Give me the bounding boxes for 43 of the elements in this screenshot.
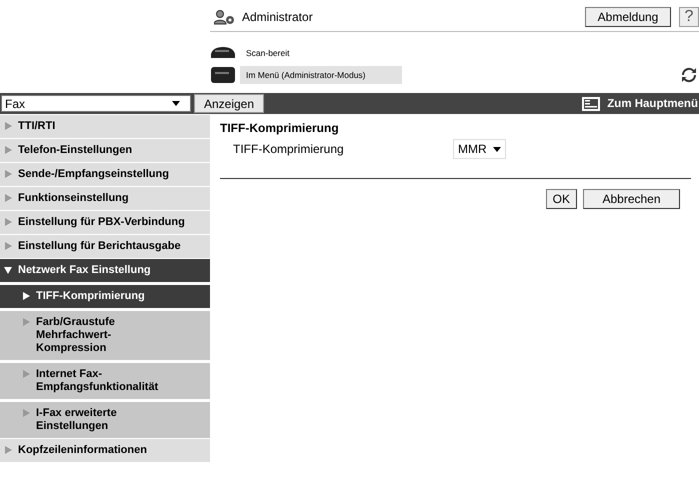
triangle-right-icon <box>4 170 12 178</box>
triangle-down-icon <box>4 266 12 274</box>
printer-icon <box>210 66 236 84</box>
sidebar-item[interactable]: Sende-/Empfangseinstellung <box>0 163 210 186</box>
cancel-button[interactable]: Abbrechen <box>583 189 680 209</box>
sidebar-item[interactable]: Netzwerk Fax Einstellung <box>0 259 210 282</box>
status-text: Im Menü (Administrator-Modus) <box>240 66 402 84</box>
sidebar-item[interactable]: Einstellung für Berichtausgabe <box>0 235 210 258</box>
triangle-right-icon <box>22 292 30 300</box>
logout-button[interactable]: Abmeldung <box>585 7 671 27</box>
section-title: TIFF-Komprimierung <box>220 121 340 135</box>
sidebar-item[interactable]: Telefon-Einstellungen <box>0 139 210 162</box>
sidebar-item[interactable]: Kopfzeileninformationen <box>0 439 210 462</box>
triangle-right-icon <box>4 218 12 226</box>
caret-icon <box>172 101 180 106</box>
triangle-right-icon <box>4 146 12 154</box>
ok-button[interactable]: OK <box>546 189 577 209</box>
field-label: TIFF-Komprimierung <box>233 142 345 156</box>
sidebar-subitem[interactable]: Internet Fax-Empfangsfunktionalität <box>0 363 210 399</box>
user-name: Administrator <box>242 10 313 24</box>
menu-list-icon <box>582 96 600 110</box>
triangle-right-icon <box>4 122 12 130</box>
triangle-right-icon <box>22 318 30 326</box>
sidebar-item[interactable]: Einstellung für PBX-Verbindung <box>0 211 210 234</box>
sidebar-subitem[interactable]: I-Fax erweiterte Einstellungen <box>0 402 210 438</box>
triangle-right-icon <box>22 370 30 378</box>
status-text: Scan-bereit <box>245 47 290 60</box>
caret-icon <box>492 146 501 152</box>
triangle-right-icon <box>4 446 12 454</box>
sidebar-subitem[interactable]: TIFF-Komprimierung <box>0 285 210 308</box>
sidebar-item[interactable]: TTI/RTI <box>0 115 210 138</box>
triangle-right-icon <box>22 409 30 417</box>
main-menu-link[interactable]: Zum Hauptmenü <box>607 98 698 110</box>
help-button[interactable]: ? <box>679 7 699 27</box>
refresh-icon[interactable] <box>681 67 697 83</box>
show-button[interactable]: Anzeigen <box>194 94 264 113</box>
sidebar-subitem[interactable]: Farb/Graustufe Mehrfachwert-Kompression <box>0 311 210 360</box>
compression-select[interactable]: MMR <box>453 139 506 159</box>
category-select[interactable]: Fax <box>1 95 191 112</box>
triangle-right-icon <box>4 242 12 250</box>
sidebar-item[interactable]: Funktionseinstellung <box>0 187 210 210</box>
triangle-right-icon <box>4 194 12 202</box>
users-gear-icon <box>214 9 236 25</box>
